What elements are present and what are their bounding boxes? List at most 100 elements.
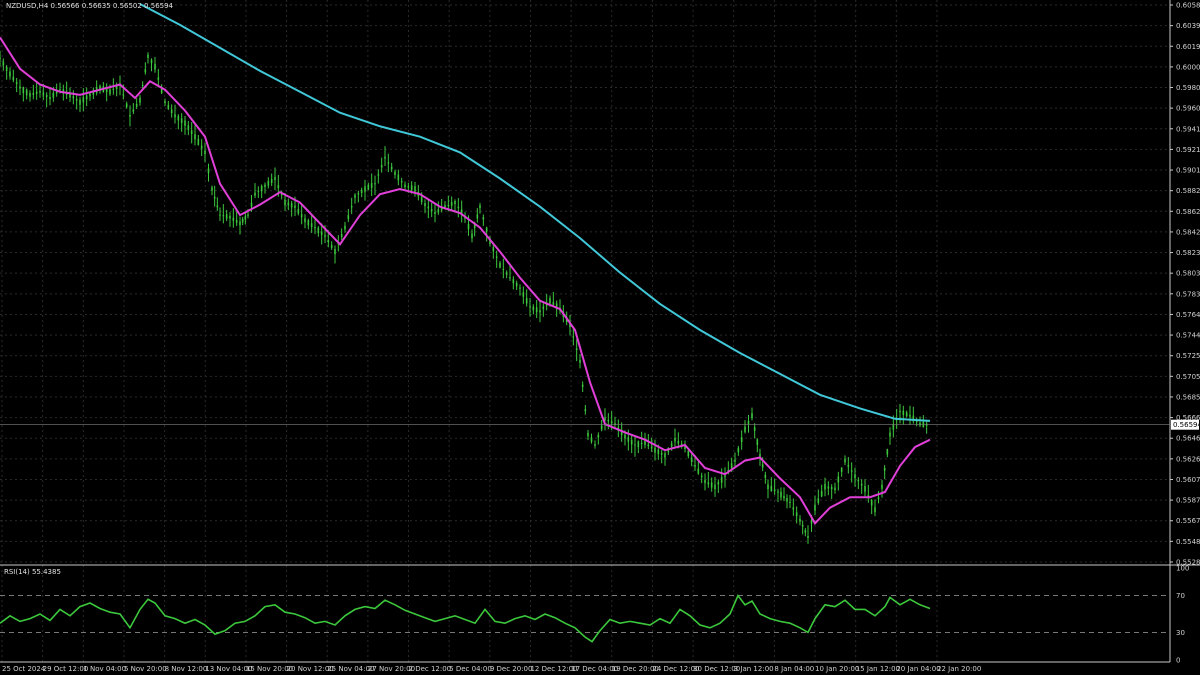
candle-body — [724, 475, 726, 478]
time-tick-label: 5 Nov 20:00 — [124, 665, 167, 673]
rsi-tick-label: 100 — [1176, 565, 1189, 573]
candle-body — [549, 297, 551, 304]
candle-body — [786, 497, 788, 502]
candle-body — [222, 215, 225, 217]
price-tick-label: 0.55675 — [1176, 517, 1200, 525]
candle-body — [509, 277, 511, 279]
candle-body — [717, 482, 720, 485]
candle-body — [532, 306, 535, 311]
candle-body — [29, 93, 31, 97]
candle-body — [164, 101, 166, 104]
candle-body — [644, 440, 646, 446]
candle-body — [397, 174, 400, 181]
price-tick-label: 0.60585 — [1176, 2, 1200, 10]
candle-body — [257, 190, 260, 192]
price-tick-label: 0.59015 — [1176, 167, 1200, 175]
price-tick-label: 0.59210 — [1176, 146, 1200, 154]
chart-root: 0.60585 0.60390 0.60195 0.60000 0.59800 0.596… — [0, 0, 1200, 675]
candle-body — [177, 116, 180, 121]
candle-body — [144, 69, 147, 73]
candle-body — [864, 485, 866, 492]
candle-body — [764, 474, 767, 478]
price-tick-label: 0.57050 — [1176, 373, 1200, 381]
candle-body — [125, 103, 128, 108]
candle-body — [219, 214, 221, 216]
candle-body — [274, 177, 276, 180]
candle-body — [751, 413, 753, 419]
candle-body — [697, 468, 700, 474]
chart-title: NZDUSD,H4 0.56566 0.56635 0.56502 0.5659… — [6, 2, 174, 10]
candle-body — [630, 439, 633, 445]
candle-body — [364, 186, 366, 192]
candle-body — [899, 410, 901, 413]
candle-body — [542, 306, 545, 309]
candle-body — [384, 156, 386, 159]
candle-body — [830, 487, 833, 490]
candle-body — [777, 491, 779, 493]
time-tick-label: 29 Oct 12:00 — [43, 665, 89, 673]
price-tick-label: 0.58035 — [1176, 270, 1200, 278]
candle-body — [22, 87, 25, 93]
candle-body — [370, 183, 373, 188]
candle-body — [610, 421, 613, 424]
candle-body — [410, 185, 413, 191]
candle-body — [89, 93, 91, 97]
candle-body — [0, 57, 1, 60]
price-tick-label: 0.56855 — [1176, 393, 1200, 401]
candle-body — [310, 223, 313, 227]
candle-body — [294, 205, 296, 208]
price-tick-label: 0.56465 — [1176, 435, 1200, 443]
candle-body — [387, 162, 390, 164]
candle-body — [304, 218, 306, 223]
candle-body — [19, 86, 21, 89]
candle-body — [150, 59, 153, 64]
candle-body — [844, 458, 846, 463]
candle-body — [454, 200, 456, 205]
candle-body — [734, 459, 736, 462]
candle-body — [424, 203, 426, 207]
candle-body — [700, 475, 703, 478]
candle-body — [594, 444, 596, 446]
candle-body — [792, 507, 795, 510]
candle-body — [270, 178, 273, 184]
candle-body — [330, 245, 333, 248]
candle-body — [187, 125, 190, 130]
candle-body — [600, 425, 603, 430]
candle-body — [59, 89, 61, 91]
time-tick-label: 25 Oct 2024 — [2, 665, 46, 673]
candle-body — [204, 150, 206, 155]
price-tick-label: 0.57835 — [1176, 290, 1200, 298]
candle-body — [485, 227, 488, 232]
candle-body — [575, 348, 578, 350]
time-tick-label: 5 Dec 04:00 — [449, 665, 492, 673]
candle-body — [624, 434, 626, 439]
candle-body — [579, 359, 581, 363]
candle-body — [437, 209, 440, 213]
candle-body — [122, 94, 125, 96]
candle-body — [52, 92, 55, 98]
candle-body — [870, 500, 873, 506]
rsi-tick-label: 30 — [1176, 629, 1185, 637]
candle-body — [476, 214, 479, 219]
candle-body — [324, 235, 326, 237]
rsi-tick-label: 0 — [1176, 657, 1180, 665]
candle-body — [773, 489, 776, 492]
candle-body — [147, 54, 149, 58]
trading-chart[interactable]: 0.60585 0.60390 0.60195 0.60000 0.59800 0.596… — [0, 0, 1200, 675]
candle-body — [522, 292, 525, 297]
candle-body — [340, 233, 343, 238]
candle-body — [141, 85, 144, 87]
candle-body — [539, 310, 541, 313]
candle-body — [902, 410, 905, 416]
candle-body — [519, 287, 521, 289]
candle-body — [877, 497, 880, 500]
candle-body — [837, 476, 840, 483]
time-tick-label: 3 Jan 12:00 — [734, 665, 774, 673]
candle-body — [690, 457, 693, 462]
candle-body — [694, 465, 696, 467]
candle-body — [807, 535, 809, 538]
candle-body — [334, 249, 336, 255]
candle-body — [889, 432, 891, 437]
candle-body — [647, 444, 650, 447]
candle-body — [264, 184, 266, 188]
